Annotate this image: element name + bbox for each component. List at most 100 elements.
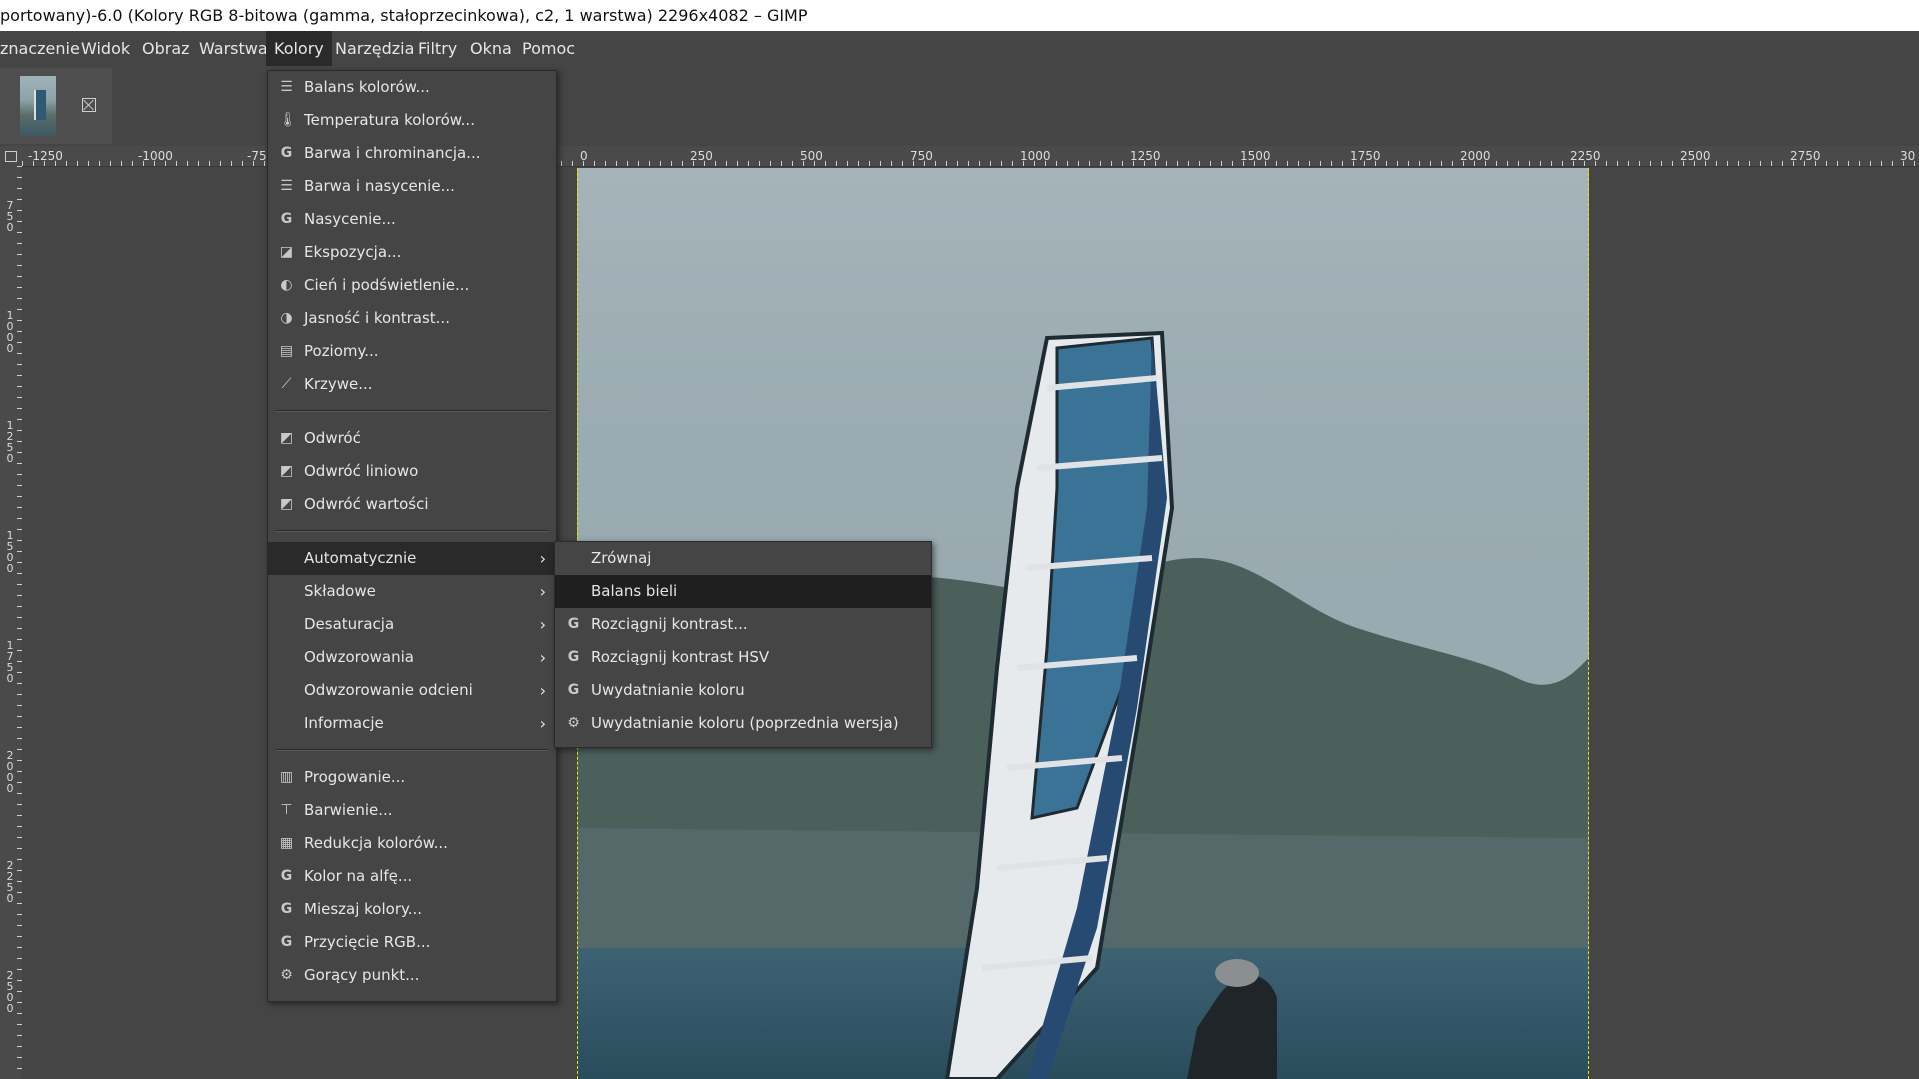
- ruler-tick: [132, 161, 133, 166]
- menu-widok[interactable]: Widok: [73, 31, 138, 66]
- menu-okna[interactable]: Okna: [462, 31, 520, 66]
- menu-item-krzywe[interactable]: ⟋ Krzywe...: [268, 368, 556, 401]
- ruler-tick: [1529, 161, 1530, 166]
- menu-item-label: Rozciągnij kontrast...: [591, 615, 748, 633]
- menu-item-label: Nasycenie...: [304, 210, 396, 228]
- ruler-tick: [1859, 161, 1860, 166]
- menu-item-poziomy[interactable]: ▤ Poziomy...: [268, 335, 556, 368]
- menu-item-odwroc-liniowo[interactable]: ◩ Odwróć liniowo: [268, 455, 556, 488]
- ruler-tick: [1881, 161, 1882, 166]
- quickmask-icon: [5, 151, 17, 162]
- ruler-tick: [946, 161, 947, 166]
- menu-item-label: Jasność i kontrast...: [304, 309, 450, 327]
- ruler-tick: [1727, 161, 1728, 166]
- ruler-tick: [781, 161, 782, 166]
- ruler-tick: [1243, 161, 1244, 166]
- ruler-tick: [242, 161, 243, 166]
- ruler-tick: [253, 161, 254, 166]
- sliders-icon: ☰: [280, 178, 293, 194]
- submenu-item-uwydatnianie-koloru[interactable]: G Uwydatnianie koloru: [555, 674, 931, 707]
- levels-icon: ▤: [279, 343, 294, 359]
- ruler-corner[interactable]: [0, 146, 22, 166]
- menu-item-barwa-chrominancja[interactable]: G Barwa i chrominancja...: [268, 137, 556, 170]
- shadow-icon: ◐: [280, 277, 293, 293]
- menu-item-label: Gorący punkt...: [304, 966, 420, 984]
- ruler-tick: [1166, 161, 1167, 166]
- submenu-item-uwydatnianie-koloru-legacy[interactable]: ⚙ Uwydatnianie koloru (poprzednia wersja…: [555, 707, 931, 740]
- ruler-tick: [836, 161, 837, 166]
- menu-item-przyciecie-rgb[interactable]: G Przycięcie RGB...: [268, 926, 556, 959]
- menu-separator: [276, 410, 548, 412]
- menu-item-automatycznie[interactable]: Automatycznie ›: [268, 542, 556, 575]
- ruler-label: 2250: [6, 859, 14, 905]
- ruler-tick: [1177, 161, 1178, 166]
- close-tab-icon[interactable]: [82, 98, 96, 112]
- menu-bar: znaczenie Widok Obraz Warstwa Kolory Nar…: [0, 31, 1919, 66]
- image-thumbnail[interactable]: [20, 76, 56, 136]
- ruler-tick: [1078, 161, 1079, 166]
- menu-item-redukcja-kolorow[interactable]: ▦ Redukcja kolorów...: [268, 827, 556, 860]
- ruler-tick: [1221, 161, 1222, 166]
- menu-item-informacje[interactable]: Informacje ›: [268, 707, 556, 740]
- ruler-tick: [44, 161, 45, 166]
- ruler-tick: [1870, 161, 1871, 166]
- ruler-tick: [1540, 161, 1541, 166]
- image-tab[interactable]: [0, 68, 112, 144]
- menu-item-ekspozycja[interactable]: ◪ Ekspozycja...: [268, 236, 556, 269]
- menu-item-kolor-na-alfe[interactable]: G Kolor na alfę...: [268, 860, 556, 893]
- menu-narzedzia[interactable]: Narzędzia: [327, 31, 422, 66]
- ruler-tick: [792, 161, 793, 166]
- ruler-tick: [1144, 161, 1145, 166]
- vertical-ruler[interactable]: 750 1000 1250 1500 1750 2000 2250 2500: [0, 166, 22, 1079]
- ruler-tick: [1342, 161, 1343, 166]
- ruler-tick: [1441, 161, 1442, 166]
- menu-item-nasycenie[interactable]: G Nasycenie...: [268, 203, 556, 236]
- submenu-item-rozciagnij-kontrast[interactable]: G Rozciągnij kontrast...: [555, 608, 931, 641]
- menu-warstwa[interactable]: Warstwa: [191, 31, 276, 66]
- menu-item-desaturacja[interactable]: Desaturacja ›: [268, 608, 556, 641]
- menu-item-progowanie[interactable]: ▥ Progowanie...: [268, 761, 556, 794]
- menu-item-barwa-nasycenie[interactable]: ☰ Barwa i nasycenie...: [268, 170, 556, 203]
- submenu-item-zrownaj[interactable]: Zrównaj: [555, 542, 931, 575]
- menu-item-odwzorowanie-odcieni[interactable]: Odwzorowanie odcieni ›: [268, 674, 556, 707]
- ruler-tick: [176, 161, 177, 166]
- menu-separator: [276, 530, 548, 532]
- ruler-tick: [891, 161, 892, 166]
- ruler-label: 1250: [6, 419, 14, 465]
- menu-item-mieszaj-kolory[interactable]: G Mieszaj kolory...: [268, 893, 556, 926]
- gegl-icon: G: [280, 145, 293, 161]
- menu-item-cien-podswietlenie[interactable]: ◐ Cień i podświetlenie...: [268, 269, 556, 302]
- menu-item-odwroc[interactable]: ◩ Odwróć: [268, 422, 556, 455]
- menu-item-odwzorowania[interactable]: Odwzorowania ›: [268, 641, 556, 674]
- menu-obraz[interactable]: Obraz: [134, 31, 198, 66]
- ruler-tick: [1111, 161, 1112, 166]
- menu-item-jasnosc-kontrast[interactable]: ◑ Jasność i kontrast...: [268, 302, 556, 335]
- ruler-tick: [1001, 161, 1002, 166]
- submenu-item-rozciagnij-kontrast-hsv[interactable]: G Rozciągnij kontrast HSV: [555, 641, 931, 674]
- menu-item-label: Balans kolorów...: [304, 78, 430, 96]
- menu-pomoc[interactable]: Pomoc: [514, 31, 583, 66]
- menu-item-goracy-punkt[interactable]: ⚙ Gorący punkt...: [268, 959, 556, 992]
- ruler-label: 750: [6, 199, 14, 234]
- menu-filtry[interactable]: Filtry: [410, 31, 465, 66]
- ruler-tick: [770, 161, 771, 166]
- ruler-tick: [1452, 161, 1453, 166]
- menu-item-label: Barwienie...: [304, 801, 393, 819]
- menu-kolory[interactable]: Kolory: [266, 31, 332, 66]
- menu-item-balans-kolorow[interactable]: ☰ Balans kolorów...: [268, 71, 556, 104]
- ruler-tick: [1749, 161, 1750, 166]
- submenu-item-balans-bieli[interactable]: Balans bieli: [555, 575, 931, 608]
- ruler-tick: [22, 161, 23, 166]
- ruler-tick: [814, 161, 815, 166]
- menu-item-temperatura-kolorow[interactable]: 🌡 Temperatura kolorów...: [268, 104, 556, 137]
- ruler-tick: [1122, 161, 1123, 166]
- ruler-tick: [88, 161, 89, 166]
- ruler-tick: [1562, 161, 1563, 166]
- menu-item-skladowe[interactable]: Składowe ›: [268, 575, 556, 608]
- menu-item-odwroc-wartosci[interactable]: ◩ Odwróć wartości: [268, 488, 556, 521]
- menu-item-barwienie[interactable]: ⊤ Barwienie...: [268, 794, 556, 827]
- ruler-tick: [1573, 161, 1574, 166]
- ruler-tick: [1507, 161, 1508, 166]
- ruler-tick: [1716, 161, 1717, 166]
- ruler-tick: [737, 161, 738, 166]
